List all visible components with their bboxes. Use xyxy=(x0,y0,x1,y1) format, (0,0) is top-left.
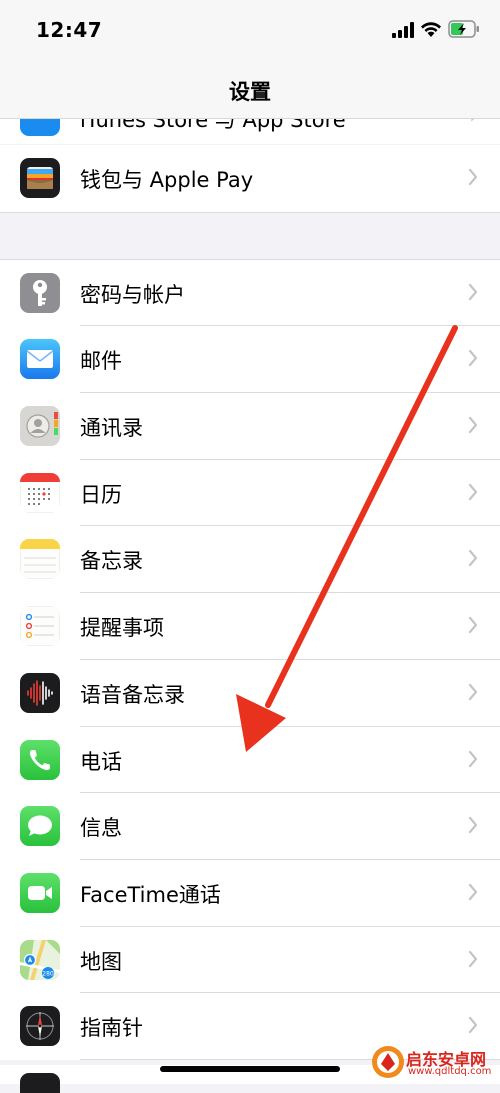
chevron-right-icon xyxy=(468,750,478,767)
messages-icon xyxy=(20,806,60,847)
settings-row-calendar[interactable]: 日历 xyxy=(0,459,500,527)
key-icon xyxy=(20,272,60,313)
settings-row-label: 密码与帐户 xyxy=(80,282,185,307)
chevron-right-icon xyxy=(468,683,478,700)
settings-row-messages[interactable]: 信息 xyxy=(0,793,500,860)
notes-icon xyxy=(20,539,60,580)
chevron-right-icon xyxy=(468,817,478,834)
watermark-url: www.qdltdq.com xyxy=(408,1066,492,1077)
settings-row-label: 通讯录 xyxy=(80,416,143,441)
reminders-icon xyxy=(20,606,60,647)
settings-row-label: 信息 xyxy=(80,816,122,841)
settings-row-label: 指南针 xyxy=(80,1016,143,1041)
settings-row-passwords-accounts[interactable]: 密码与帐户 xyxy=(0,259,500,327)
voice-memos-icon xyxy=(20,672,60,713)
navigation-bar: 设置 xyxy=(0,60,500,119)
settings-row-phone[interactable]: 电话 xyxy=(0,726,500,794)
settings-row-voice-memos[interactable]: 语音备忘录 xyxy=(0,659,500,727)
watermark-logo-icon xyxy=(372,1046,404,1078)
settings-row-maps[interactable]: 280 地图 xyxy=(0,926,500,994)
settings-row-itunes-app-store[interactable]: iTunes Store 与 App Store › xyxy=(0,118,500,144)
chevron-right-icon xyxy=(468,1017,478,1034)
settings-row-mail[interactable]: 邮件 xyxy=(0,326,500,394)
chevron-right-icon xyxy=(468,483,478,500)
svg-text:280: 280 xyxy=(42,970,54,977)
contacts-icon xyxy=(20,406,60,447)
settings-row-label: 地图 xyxy=(80,949,122,974)
chevron-right-icon xyxy=(468,950,478,967)
settings-row-reminders[interactable]: 提醒事项 xyxy=(0,593,500,660)
settings-row-label: FaceTime通话 xyxy=(80,882,221,907)
settings-row-label: 语音备忘录 xyxy=(80,682,185,707)
chevron-right-icon xyxy=(468,168,478,186)
settings-row-label: 日历 xyxy=(80,482,122,507)
settings-list: 钱包与 Apple Pay 密码与帐户 邮件 通讯录 日历 备忘录 提醒事项 语… xyxy=(0,145,500,1060)
calendar-icon xyxy=(20,472,60,513)
settings-row-contacts[interactable]: 通讯录 xyxy=(0,393,500,460)
mail-icon xyxy=(20,339,60,380)
status-time: 12:47 xyxy=(36,18,103,42)
settings-row-facetime[interactable]: FaceTime通话 xyxy=(0,859,500,927)
measure-icon xyxy=(20,1073,60,1093)
cellular-signal-icon xyxy=(392,22,414,38)
settings-row-label: 邮件 xyxy=(80,349,122,374)
settings-row-label: 备忘录 xyxy=(80,549,143,574)
status-bar: 12:47 xyxy=(0,0,500,60)
chevron-right-icon xyxy=(468,550,478,567)
settings-row-label: 电话 xyxy=(80,749,122,774)
battery-charging-icon xyxy=(448,20,479,38)
chevron-right-icon xyxy=(468,350,478,367)
maps-icon: 280 xyxy=(20,939,60,980)
settings-row-notes[interactable]: 备忘录 xyxy=(0,526,500,594)
chevron-right-icon: › xyxy=(469,118,478,129)
settings-row-label: 钱包与 Apple Pay xyxy=(80,168,254,192)
home-indicator[interactable] xyxy=(160,1066,340,1072)
chevron-right-icon xyxy=(468,283,478,300)
compass-icon xyxy=(20,1006,60,1047)
section-separator xyxy=(0,211,500,260)
settings-row-wallet[interactable]: 钱包与 Apple Pay xyxy=(0,145,500,212)
chevron-right-icon xyxy=(468,617,478,634)
chevron-right-icon xyxy=(468,883,478,900)
phone-icon xyxy=(20,739,60,780)
wallet-icon xyxy=(20,158,60,198)
page-title: 设置 xyxy=(229,80,271,104)
wifi-icon xyxy=(421,22,441,37)
facetime-icon xyxy=(20,872,60,913)
app-store-icon xyxy=(20,118,60,136)
settings-row-label: 提醒事项 xyxy=(80,616,164,641)
chevron-right-icon xyxy=(468,416,478,434)
settings-row-label: iTunes Store 与 App Store xyxy=(80,118,346,132)
watermark: 启东安卓网 www.qdltdq.com xyxy=(370,1044,500,1084)
